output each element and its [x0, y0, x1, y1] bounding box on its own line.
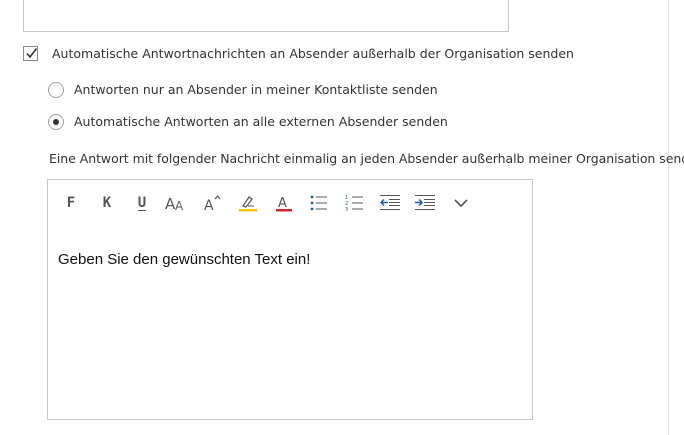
radio-all-external[interactable] — [48, 114, 64, 130]
font-size-icon: A A — [165, 195, 184, 212]
italic-button[interactable]: K — [96, 192, 118, 214]
radio-selected-dot — [53, 119, 59, 125]
more-chevron-icon — [454, 199, 468, 208]
font-color-icon: A — [276, 196, 292, 212]
svg-text:A: A — [204, 198, 214, 212]
svg-text:A: A — [175, 199, 184, 212]
radio-contacts-only-label[interactable]: Antworten nur an Absender in meiner Kont… — [74, 82, 438, 97]
internal-reply-textarea[interactable] — [23, 0, 509, 32]
svg-text:3: 3 — [345, 207, 348, 212]
editor-body-text[interactable]: Geben Sie den gewünschten Text ein! — [58, 251, 310, 268]
numbered-list-icon: 1 2 3 — [345, 195, 363, 212]
external-message-description: Eine Antwort mit folgender Nachricht ein… — [49, 151, 684, 166]
grow-font-icon: A — [204, 195, 221, 212]
font-size-button[interactable]: A A — [165, 192, 187, 214]
underline-label: U — [137, 194, 147, 211]
panel-divider — [668, 0, 669, 435]
external-reply-checkbox[interactable] — [23, 46, 38, 61]
bullet-list-button[interactable] — [308, 192, 330, 214]
grow-font-button[interactable]: A — [201, 192, 223, 214]
bullet-list-icon — [310, 195, 327, 211]
font-color-button[interactable]: A — [273, 192, 295, 214]
outdent-icon — [379, 195, 400, 210]
svg-text:A: A — [278, 196, 287, 211]
outdent-button[interactable] — [379, 192, 401, 214]
radio-contacts-only[interactable] — [48, 82, 64, 98]
radio-all-external-label[interactable]: Automatische Antworten an alle externen … — [74, 114, 448, 129]
underline-button[interactable]: U — [131, 192, 153, 214]
highlight-icon — [239, 196, 257, 212]
bold-button[interactable]: F — [60, 192, 82, 214]
indent-icon — [415, 195, 435, 210]
numbered-list-button[interactable]: 1 2 3 — [344, 192, 366, 214]
checkmark-icon — [26, 48, 38, 59]
indent-button[interactable] — [414, 192, 436, 214]
external-reply-editor[interactable]: F K U A A A A 1 2 3 Geben Sie den gewüns… — [47, 179, 533, 420]
more-options-button[interactable] — [450, 192, 472, 214]
external-reply-checkbox-label[interactable]: Automatische Antwortnachrichten an Absen… — [52, 46, 574, 61]
highlight-button[interactable] — [237, 192, 259, 214]
